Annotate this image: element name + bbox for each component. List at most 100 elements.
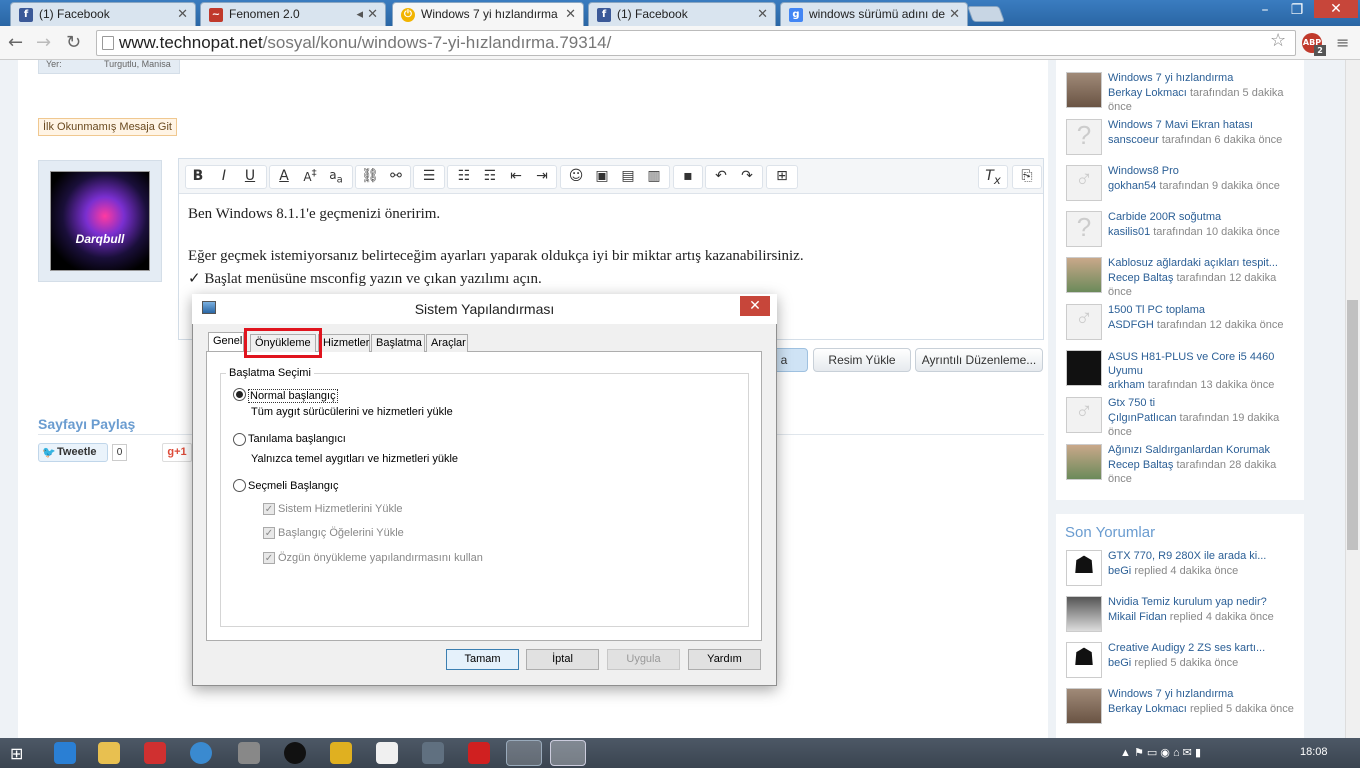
google-plus-button[interactable]: g+1	[162, 443, 192, 462]
load-startup-checkbox[interactable]: ✓	[263, 527, 275, 539]
original-boot-checkbox[interactable]: ✓	[263, 552, 275, 564]
bookmark-star-icon[interactable]: ☆	[1270, 30, 1286, 51]
msconfig-task-icon[interactable]	[550, 740, 586, 766]
save-draft-icon[interactable]: ▪	[677, 168, 699, 184]
browser-tab-facebook-2[interactable]: f (1) Facebook ✕	[588, 2, 776, 26]
sidebar-thread-item[interactable]: Kablosuz ağlardaki açıkları tespit... Rec…	[1066, 257, 1300, 301]
sidebar-thread-item[interactable]: ♂ Gtx 750 ti ÇılgınPatlıcan tarafından 19 …	[1066, 397, 1300, 441]
align-icon[interactable]: ☰	[418, 168, 440, 184]
toggle-source-icon[interactable]: ⎘	[1016, 168, 1038, 184]
yandex-icon[interactable]	[468, 742, 490, 764]
redo-icon[interactable]: ↷	[736, 168, 758, 184]
unread-link[interactable]: İlk Okunmamış Mesaja Git	[38, 118, 177, 136]
avatar	[1066, 350, 1102, 386]
image-icon[interactable]: ▣	[591, 168, 613, 184]
undo-icon[interactable]: ↶	[710, 168, 732, 184]
font-family-icon[interactable]: aa	[325, 168, 347, 185]
sidebar-comment-item[interactable]: ☗ Creative Audigy 2 ZS ses kartı... beGi r…	[1066, 642, 1300, 686]
start-icon[interactable]: ⊞	[10, 744, 23, 763]
ie-icon[interactable]	[54, 742, 76, 764]
remove-format-icon[interactable]: Tx	[982, 168, 1004, 187]
sidebar-comment-item[interactable]: Nvidia Temiz kurulum yap nedir? Mikail Fi…	[1066, 596, 1300, 640]
italic-icon[interactable]: I	[213, 168, 235, 184]
browser-tab-facebook-1[interactable]: f (1) Facebook ✕	[10, 2, 196, 26]
menu-icon[interactable]: ≡	[1336, 33, 1349, 52]
close-tab-icon[interactable]: ✕	[177, 6, 188, 22]
reload-icon[interactable]: ↻	[66, 32, 81, 53]
close-window-icon[interactable]: ✕	[1314, 0, 1358, 18]
sidebar-comment-item[interactable]: ☗ GTX 770, R9 280X ile arada ki... beGi re…	[1066, 550, 1300, 594]
sidebar-thread-item[interactable]: ASUS H81-PLUS ve Core i5 4460 Uyumu arkha…	[1066, 350, 1300, 398]
code-icon[interactable]: ▥	[643, 168, 665, 184]
tab-tools[interactable]: Araçlar	[426, 334, 468, 352]
close-tab-icon[interactable]: ✕	[757, 6, 768, 22]
underline-icon[interactable]: U	[239, 168, 261, 184]
tweet-count: 0	[112, 444, 127, 461]
back-icon[interactable]: ←	[8, 32, 23, 53]
sidebar-comment-item[interactable]: Windows 7 yi hızlandırma Berkay Lokmacı r…	[1066, 688, 1300, 732]
normal-startup-label[interactable]: Normal başlangıç	[248, 389, 338, 403]
diagnostic-startup-radio[interactable]	[233, 433, 246, 446]
sidebar-thread-item[interactable]: ? Windows 7 Mavi Ekran hatası sanscoeur ta…	[1066, 119, 1300, 163]
tab-startup[interactable]: Başlatma	[371, 334, 425, 352]
indent-icon[interactable]: ⇥	[531, 168, 553, 184]
browser-tab-technopat[interactable]: ⏻ Windows 7 yi hızlandırma ✕	[392, 2, 584, 26]
close-tab-icon[interactable]: ✕	[949, 6, 960, 22]
fenomen-task-icon[interactable]	[376, 742, 398, 764]
forward-icon[interactable]: →	[36, 32, 51, 53]
diagnostic-startup-desc: Yalnızca temel aygıtları ve hizmetleri y…	[251, 453, 459, 465]
tray-icons[interactable]: ▲ ⚑ ▭ ◉ ⌂ ✉ ▮	[1120, 746, 1201, 759]
tab-general[interactable]: Genel	[208, 332, 244, 351]
itunes-icon[interactable]	[190, 742, 212, 764]
link-icon[interactable]: ⛓	[359, 168, 381, 184]
bullet-list-icon[interactable]: ☷	[453, 168, 475, 184]
avatar[interactable]	[50, 171, 150, 271]
maximize-icon[interactable]: ❐	[1282, 2, 1312, 18]
clock[interactable]: 18:08	[1300, 746, 1328, 758]
alarm-icon[interactable]	[144, 742, 166, 764]
minimize-icon[interactable]: –	[1250, 2, 1280, 18]
media-icon[interactable]: ▤	[617, 168, 639, 184]
apply-button[interactable]: Uygula	[607, 649, 680, 670]
outdent-icon[interactable]: ⇤	[505, 168, 527, 184]
normal-startup-radio[interactable]	[233, 388, 246, 401]
advanced-edit-button[interactable]: Ayrıntılı Düzenleme...	[915, 348, 1043, 372]
dialog-close-icon[interactable]: ✕	[740, 296, 770, 316]
avatar: ?	[1066, 119, 1102, 155]
sidebar-thread-item[interactable]: ? Carbide 200R soğutma kasilis01 tarafında…	[1066, 211, 1300, 255]
app-icon[interactable]	[238, 742, 260, 764]
font-size-icon[interactable]: A‡	[299, 168, 321, 184]
smiley-icon[interactable]: ☺	[565, 168, 587, 184]
sidebar-thread-item[interactable]: ♂ Windows8 Pro gokhan54 tarafından 9 dakik…	[1066, 165, 1300, 209]
explorer-icon[interactable]	[98, 742, 120, 764]
numbered-list-icon[interactable]: ☶	[479, 168, 501, 184]
media-player-icon[interactable]	[284, 742, 306, 764]
table-icon[interactable]: ⊞	[771, 168, 793, 184]
image-upload-button[interactable]: Resim Yükle	[813, 348, 911, 372]
cancel-button[interactable]: İptal	[526, 649, 599, 670]
load-services-checkbox[interactable]: ✓	[263, 503, 275, 515]
address-bar[interactable]: www.technopat.net/sosyal/konu/windows-7-…	[96, 30, 1296, 56]
security-icon[interactable]	[330, 742, 352, 764]
unlink-icon[interactable]: ⚯	[385, 168, 407, 184]
selective-startup-radio[interactable]	[233, 479, 246, 492]
ok-button[interactable]: Tamam	[446, 649, 519, 670]
sidebar-thread-item[interactable]: ♂ 1500 Tl PC toplama ASDFGH tarafından 12 …	[1066, 304, 1300, 348]
browser-tab-fenomen[interactable]: ~ Fenomen 2.0 ◂ ✕	[200, 2, 386, 26]
selective-startup-label[interactable]: Seçmeli Başlangıç	[248, 480, 339, 492]
help-button[interactable]: Yardım	[688, 649, 761, 670]
new-tab-button[interactable]	[967, 6, 1005, 22]
close-tab-icon[interactable]: ✕	[367, 6, 378, 22]
drop-icon[interactable]	[422, 742, 444, 764]
chrome-task-icon[interactable]	[506, 740, 542, 766]
browser-tab-google[interactable]: g windows sürümü adını de ✕	[780, 2, 968, 26]
close-tab-icon[interactable]: ✕	[565, 6, 576, 22]
sidebar-thread-item[interactable]: Ağınızı Saldırganlardan Korumak Recep Bal…	[1066, 444, 1300, 488]
sidebar-thread-item[interactable]: Windows 7 yi hızlandırma Berkay Lokmacı t…	[1066, 72, 1300, 116]
scrollbar-thumb[interactable]	[1347, 300, 1358, 550]
diagnostic-startup-label[interactable]: Tanılama başlangıcı	[248, 433, 346, 445]
tab-services[interactable]: Hizmetler	[318, 334, 370, 352]
bold-icon[interactable]: B	[187, 168, 209, 184]
text-color-icon[interactable]: A	[273, 168, 295, 184]
load-startup-label: Başlangıç Öğelerini Yükle	[278, 527, 404, 539]
